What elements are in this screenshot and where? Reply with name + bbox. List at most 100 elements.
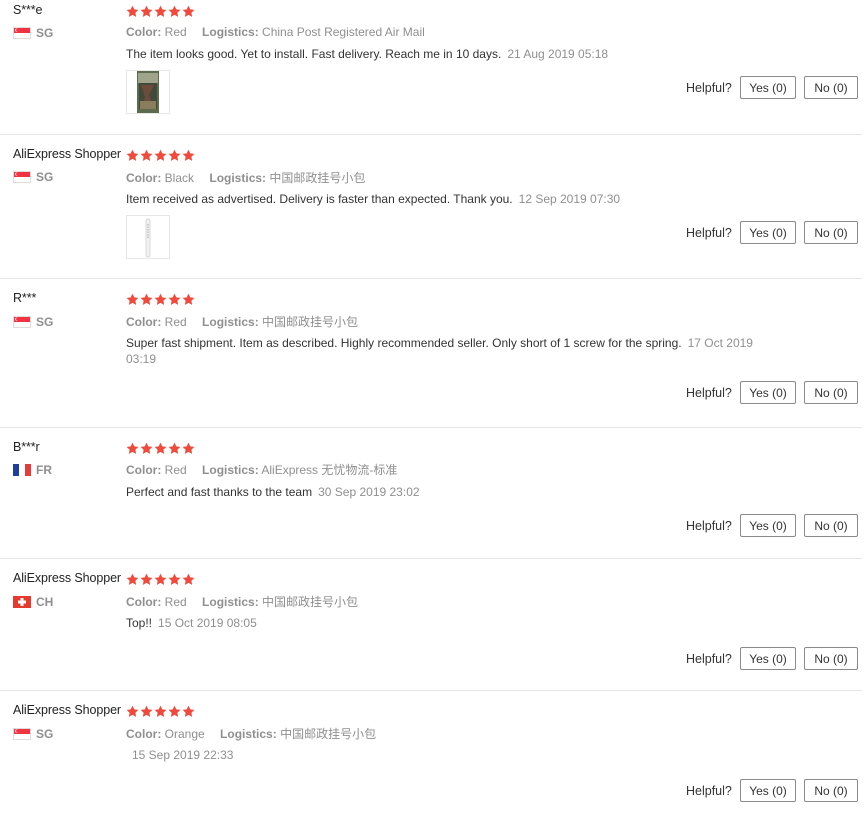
- review-content: 15 Sep 2019 22:33: [126, 747, 766, 763]
- helpful-no-button[interactable]: No (0): [804, 76, 858, 99]
- user-name: AliExpress Shopper: [13, 147, 121, 161]
- helpful-label: Helpful?: [686, 784, 732, 798]
- star-icon: [168, 293, 181, 305]
- logistics-label: Logistics:: [220, 727, 277, 741]
- helpful-yes-button[interactable]: Yes (0): [740, 779, 796, 802]
- star-icon: [182, 705, 195, 717]
- star-icon: [140, 705, 153, 717]
- helpful-no-button[interactable]: No (0): [804, 647, 858, 670]
- logistics-label: Logistics:: [202, 315, 259, 329]
- feedback-item: B***r FR Color: Red Logistics: AliExpres…: [0, 427, 862, 559]
- logistics-value: China Post Registered Air Mail: [262, 25, 425, 39]
- feedback-item: S***e SG Color: Red Logistics: China Pos…: [0, 0, 862, 135]
- logistics-label: Logistics:: [202, 463, 259, 477]
- helpful-yes-button[interactable]: Yes (0): [740, 76, 796, 99]
- star-rating: [126, 293, 195, 306]
- review-date: 12 Sep 2019 07:30: [518, 192, 621, 206]
- order-info: Color: Red Logistics: China Post Registe…: [126, 25, 437, 39]
- feedback-item: R*** SG Color: Red Logistics: 中国邮政挂号小包 S…: [0, 278, 862, 428]
- helpful-no-button[interactable]: No (0): [804, 514, 858, 537]
- star-icon: [140, 149, 153, 161]
- star-rating: [126, 573, 195, 586]
- star-icon: [140, 5, 153, 17]
- star-icon: [168, 5, 181, 17]
- logistics-value: AliExpress 无忧物流-标准: [261, 463, 398, 477]
- review-text: Item received as advertised. Delivery is…: [126, 192, 513, 206]
- star-rating: [126, 149, 195, 162]
- star-icon: [168, 442, 181, 454]
- order-info: Color: Black Logistics: 中国邮政挂号小包: [126, 169, 377, 186]
- logistics-value: 中国邮政挂号小包: [262, 595, 359, 609]
- star-icon: [182, 5, 195, 17]
- helpful-yes-button[interactable]: Yes (0): [740, 514, 796, 537]
- review-text: Perfect and fast thanks to the team: [126, 485, 313, 499]
- color-label: Color:: [126, 25, 162, 39]
- star-icon: [126, 573, 139, 585]
- star-icon: [140, 293, 153, 305]
- helpful-no-button[interactable]: No (0): [804, 221, 858, 244]
- star-icon: [168, 705, 181, 717]
- helpful-label: Helpful?: [686, 226, 732, 240]
- helpful-label: Helpful?: [686, 652, 732, 666]
- star-icon: [154, 573, 167, 585]
- user-name: S***e: [13, 3, 43, 17]
- helpful-no-button[interactable]: No (0): [804, 381, 858, 404]
- helpful-yes-button[interactable]: Yes (0): [740, 647, 796, 670]
- color-label: Color:: [126, 171, 162, 185]
- review-text: Top!!: [126, 616, 153, 630]
- helpful-yes-button[interactable]: Yes (0): [740, 221, 796, 244]
- user-name: AliExpress Shopper: [13, 571, 121, 585]
- user-name: R***: [13, 291, 37, 305]
- review-photo: [127, 216, 169, 258]
- review-content: The item looks good. Yet to install. Fas…: [126, 46, 766, 62]
- feedback-item: AliExpress Shopper CH Color: Red Logisti…: [0, 558, 862, 691]
- user-country: SG: [13, 26, 53, 40]
- color-value: Red: [164, 463, 187, 477]
- review-photo-thumbnail[interactable]: [126, 70, 170, 114]
- logistics-value: 中国邮政挂号小包: [269, 171, 366, 185]
- review-text: The item looks good. Yet to install. Fas…: [126, 47, 502, 61]
- logistics-label: Logistics:: [202, 595, 259, 609]
- singapore-flag-icon: [13, 27, 31, 39]
- color-value: Red: [164, 315, 187, 329]
- star-icon: [140, 442, 153, 454]
- star-rating: [126, 442, 195, 455]
- order-info: Color: Orange Logistics: 中国邮政挂号小包: [126, 725, 388, 742]
- star-icon: [182, 149, 195, 161]
- review-content: Super fast shipment. Item as described. …: [126, 335, 766, 367]
- review-date: 15 Sep 2019 22:33: [132, 748, 234, 762]
- singapore-flag-icon: [13, 171, 31, 183]
- star-icon: [126, 705, 139, 717]
- review-content: Item received as advertised. Delivery is…: [126, 191, 766, 207]
- switzerland-flag-icon: [13, 596, 31, 608]
- user-country: FR: [13, 463, 52, 477]
- logistics-label: Logistics:: [209, 171, 267, 185]
- review-date: 21 Aug 2019 05:18: [507, 47, 609, 61]
- helpful-no-button[interactable]: No (0): [804, 779, 858, 802]
- helpful-label: Helpful?: [686, 81, 732, 95]
- review-date: 30 Sep 2019 23:02: [318, 485, 420, 499]
- review-photo-thumbnail[interactable]: [126, 215, 170, 259]
- star-icon: [126, 149, 139, 161]
- singapore-flag-icon: [13, 316, 31, 328]
- star-icon: [168, 149, 181, 161]
- star-icon: [126, 293, 139, 305]
- color-value: Black: [164, 171, 195, 185]
- feedback-item: AliExpress Shopper SG Color: Orange Logi…: [0, 690, 862, 816]
- country-code: SG: [36, 727, 54, 741]
- star-icon: [182, 293, 195, 305]
- color-value: Red: [164, 595, 187, 609]
- star-rating: [126, 5, 195, 18]
- review-photo: [137, 71, 159, 113]
- order-info: Color: Red Logistics: 中国邮政挂号小包: [126, 593, 370, 610]
- review-date: 15 Oct 2019 08:05: [158, 616, 257, 630]
- singapore-flag-icon: [13, 728, 31, 740]
- review-content: Top!! 15 Oct 2019 08:05: [126, 615, 766, 631]
- user-country: CH: [13, 595, 53, 609]
- logistics-value: 中国邮政挂号小包: [262, 315, 359, 329]
- star-icon: [154, 5, 167, 17]
- color-label: Color:: [126, 463, 162, 477]
- helpful-yes-button[interactable]: Yes (0): [740, 381, 796, 404]
- logistics-label: Logistics:: [202, 25, 259, 39]
- order-info: Color: Red Logistics: 中国邮政挂号小包: [126, 313, 370, 330]
